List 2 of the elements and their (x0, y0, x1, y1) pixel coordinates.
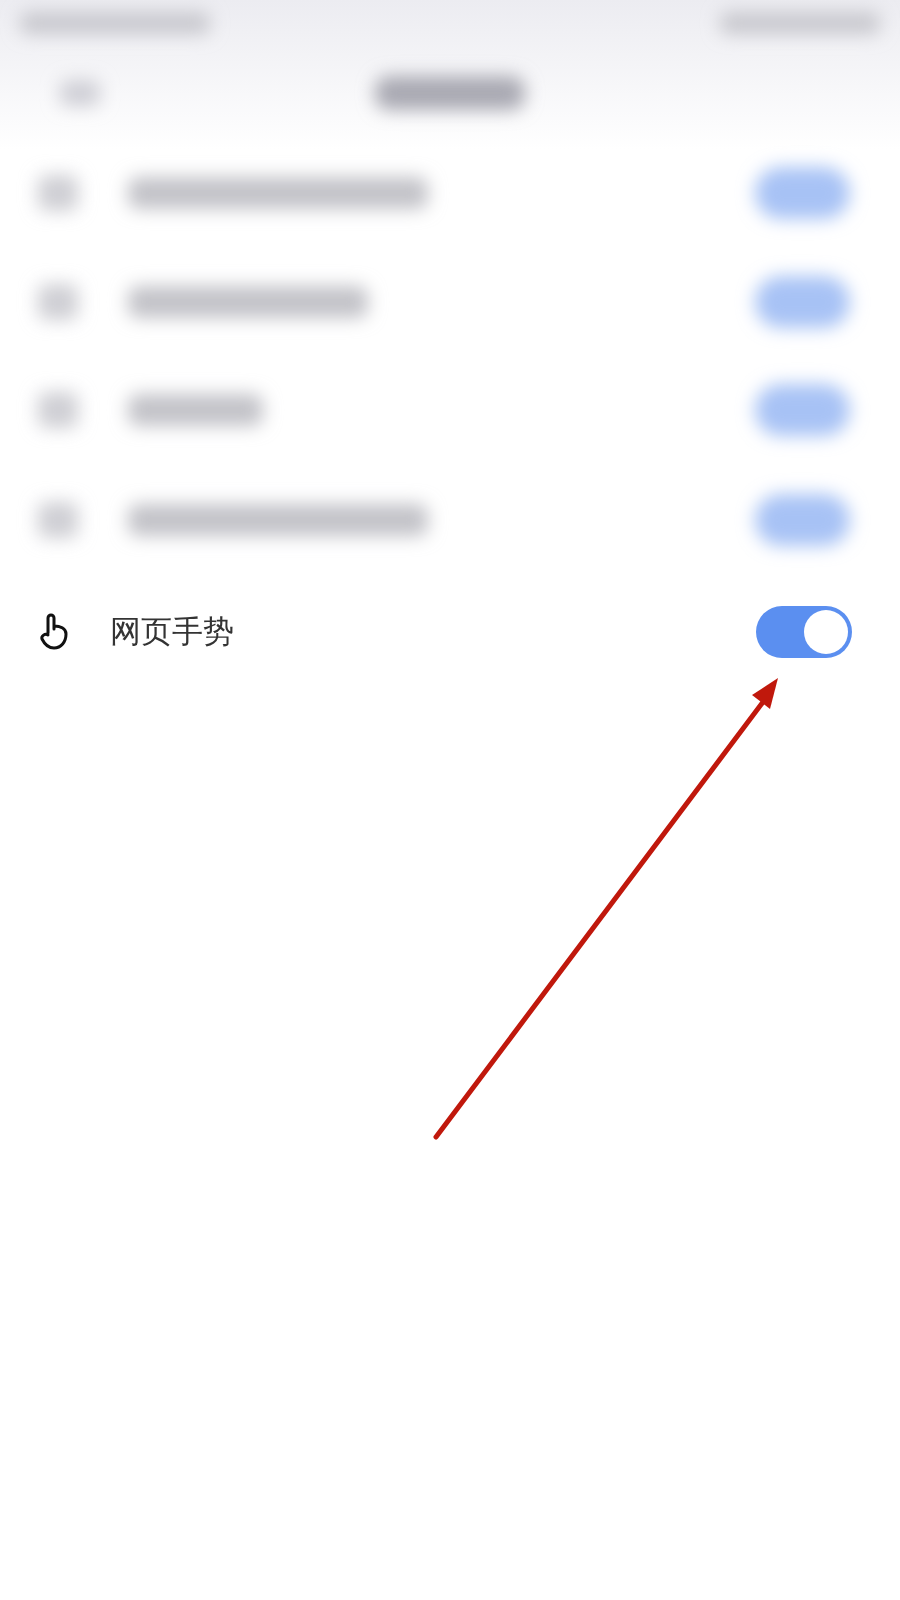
setting-label: 网页手势 (110, 612, 235, 651)
toggle-switch[interactable] (756, 606, 852, 658)
